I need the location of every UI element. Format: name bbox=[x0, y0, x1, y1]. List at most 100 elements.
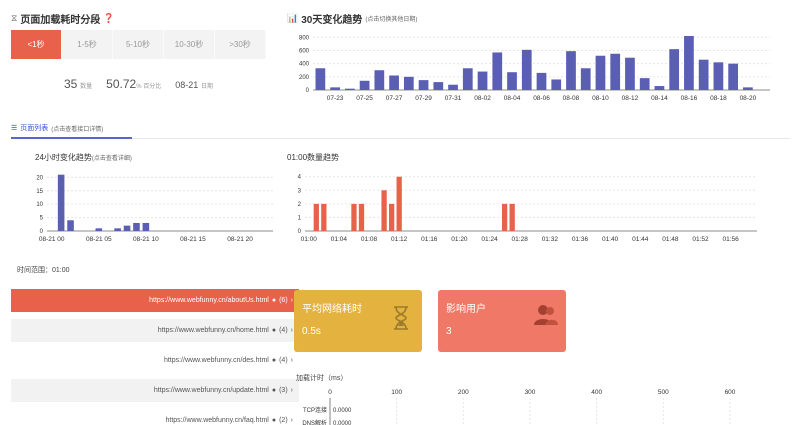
x-tick-label: 07-23 bbox=[327, 95, 344, 102]
category-label: TCP连接 bbox=[303, 406, 327, 414]
x-tick-label: 08-14 bbox=[651, 95, 668, 102]
chevron-right-icon: › bbox=[290, 297, 293, 304]
stat-percent: 50.72% 百分比 bbox=[106, 77, 162, 91]
x-tick-label: 08-21 20 bbox=[227, 236, 253, 243]
x-tick-label: 01:36 bbox=[572, 236, 589, 243]
affected-users-card: 影响用户 3 bbox=[438, 290, 566, 352]
url-item[interactable]: https://www.webfunny.cn/home.html ● (4) … bbox=[11, 319, 299, 342]
bar bbox=[389, 75, 399, 90]
bar bbox=[595, 55, 606, 90]
page-list-tab-label: 页面列表 bbox=[20, 125, 49, 132]
url-item[interactable]: https://www.webfunny.cn/update.html ● (3… bbox=[11, 379, 299, 402]
segment-tabs: <1秒 1-5秒 5-10秒 10-30秒 >30秒 bbox=[11, 30, 266, 59]
users-card-title: 影响用户 bbox=[446, 304, 486, 315]
x-tick-label: 08-02 bbox=[474, 95, 491, 102]
bar bbox=[321, 203, 327, 231]
bar bbox=[418, 80, 429, 90]
page-list-tab[interactable]: ☰ 页面列表 (点击查看接口详情) bbox=[11, 123, 103, 133]
timing-title-text: 加载计时 bbox=[296, 375, 324, 382]
x-tick-label: 0 bbox=[328, 389, 332, 396]
value-label: 0.0000 bbox=[333, 408, 352, 414]
segment-tab-5-10[interactable]: 5-10秒 bbox=[113, 30, 164, 59]
bar bbox=[381, 190, 387, 231]
x-tick-label: 08-21 10 bbox=[133, 236, 159, 243]
bar bbox=[610, 53, 621, 90]
bar bbox=[344, 88, 355, 90]
x-tick-label: 01:28 bbox=[512, 236, 529, 243]
y-tick-label: 2 bbox=[298, 202, 302, 208]
bar bbox=[351, 203, 357, 231]
x-tick-label: 01:44 bbox=[632, 236, 649, 243]
value-label: 0.0000 bbox=[333, 421, 352, 425]
bar bbox=[551, 79, 562, 90]
trend30-title: 📊 30天变化趋势 (点击切换其他日期) bbox=[287, 11, 417, 26]
y-tick-label: 0 bbox=[40, 229, 44, 235]
bar bbox=[396, 176, 402, 231]
url-item[interactable]: https://www.webfunny.cn/faq.html ● (2) › bbox=[11, 409, 299, 425]
bar bbox=[374, 70, 385, 90]
segment-tab-lt1[interactable]: <1秒 bbox=[11, 30, 62, 59]
bar bbox=[448, 84, 458, 90]
y-tick-label: 10 bbox=[36, 202, 43, 208]
x-tick-label: 08-20 bbox=[740, 95, 757, 102]
bar bbox=[114, 228, 121, 231]
x-tick-label: 07-25 bbox=[356, 95, 373, 102]
x-tick-label: 500 bbox=[658, 389, 669, 396]
bar-chart-icon: 📊 bbox=[287, 13, 299, 23]
y-tick-label: 0 bbox=[306, 88, 310, 94]
help-icon[interactable]: ❓ bbox=[103, 13, 114, 24]
x-tick-label: 200 bbox=[458, 389, 469, 396]
hourly-chart[interactable]: 0 5 10 15 20 08-21 00 08-21 05 08-21 10 08-21 15… bbox=[25, 166, 275, 246]
url-count: (4) bbox=[279, 327, 288, 334]
tag-icon: ● bbox=[271, 297, 277, 304]
x-tick-label: 01:20 bbox=[451, 236, 468, 243]
segment-tab-10-30[interactable]: 10-30秒 bbox=[164, 30, 215, 59]
segment-tab-1-5[interactable]: 1-5秒 bbox=[62, 30, 113, 59]
bar bbox=[330, 87, 340, 90]
minute-chart[interactable]: 0 1 2 3 4 01:00 01:04 01:08 01:12 01:16 01:20 01:24… bbox=[287, 166, 767, 246]
url-list: https://www.webfunny.cn/aboutUs.html ● (… bbox=[11, 289, 299, 425]
segment-stats: 35 数量 50.72% 百分比 08-21 日期 bbox=[64, 77, 213, 91]
tag-icon: ● bbox=[271, 327, 277, 334]
url-item[interactable]: https://www.webfunny.cn/des.html ● (4) › bbox=[11, 349, 299, 372]
chevron-right-icon: › bbox=[290, 357, 293, 364]
tag-icon: ● bbox=[271, 357, 277, 364]
bar bbox=[654, 86, 665, 90]
network-card-title: 平均网络耗时 bbox=[302, 304, 362, 315]
stat-count: 35 数量 bbox=[64, 77, 93, 91]
bar bbox=[521, 49, 532, 90]
x-tick-label: 08-16 bbox=[681, 95, 698, 102]
x-tick-label: 08-21 00 bbox=[39, 236, 65, 243]
bar bbox=[639, 78, 650, 90]
bar bbox=[625, 57, 635, 90]
stat-date: 08-21 日期 bbox=[175, 80, 214, 90]
x-tick-label: 07-29 bbox=[415, 95, 432, 102]
url-item[interactable]: https://www.webfunny.cn/aboutUs.html ● (… bbox=[11, 289, 299, 312]
x-tick-label: 100 bbox=[391, 389, 402, 396]
chevron-right-icon: › bbox=[290, 327, 293, 334]
bar bbox=[388, 203, 395, 231]
list-icon: ☰ bbox=[11, 125, 18, 132]
bar bbox=[133, 222, 140, 231]
x-tick-label: 01:40 bbox=[602, 236, 619, 243]
minute-title: 01:00数量趋势 bbox=[287, 153, 340, 162]
y-tick-label: 200 bbox=[299, 75, 310, 81]
time-range: 时间范围：01:00 bbox=[17, 267, 70, 274]
hourly-title: 24小时变化趋势(点击查看详细) bbox=[35, 152, 132, 163]
category-label: DNS解析 bbox=[302, 419, 327, 425]
url-text: https://www.webfunny.cn/update.html bbox=[153, 387, 269, 394]
page-list-tab-hint: (点击查看接口详情) bbox=[51, 126, 104, 133]
bar bbox=[57, 174, 65, 231]
tag-icon: ● bbox=[271, 417, 277, 424]
bar bbox=[403, 76, 414, 90]
bar bbox=[566, 51, 576, 90]
url-count: (4) bbox=[279, 357, 288, 364]
segment-tab-gt30[interactable]: >30秒 bbox=[215, 30, 266, 59]
timing-chart: 0 100 200 300 400 500 600 TCP连接 0.0000 DNS解析 0.000… bbox=[302, 389, 736, 425]
bar bbox=[359, 80, 370, 90]
bar bbox=[315, 68, 326, 90]
trend30-chart[interactable]: 0 200 400 600 800 07-23 07-25 07-27 07-29 07-31 08… bbox=[287, 28, 773, 106]
y-tick-label: 4 bbox=[298, 175, 302, 181]
segment-title-text: 页面加载耗时分段 bbox=[20, 15, 101, 26]
bar bbox=[142, 222, 150, 231]
